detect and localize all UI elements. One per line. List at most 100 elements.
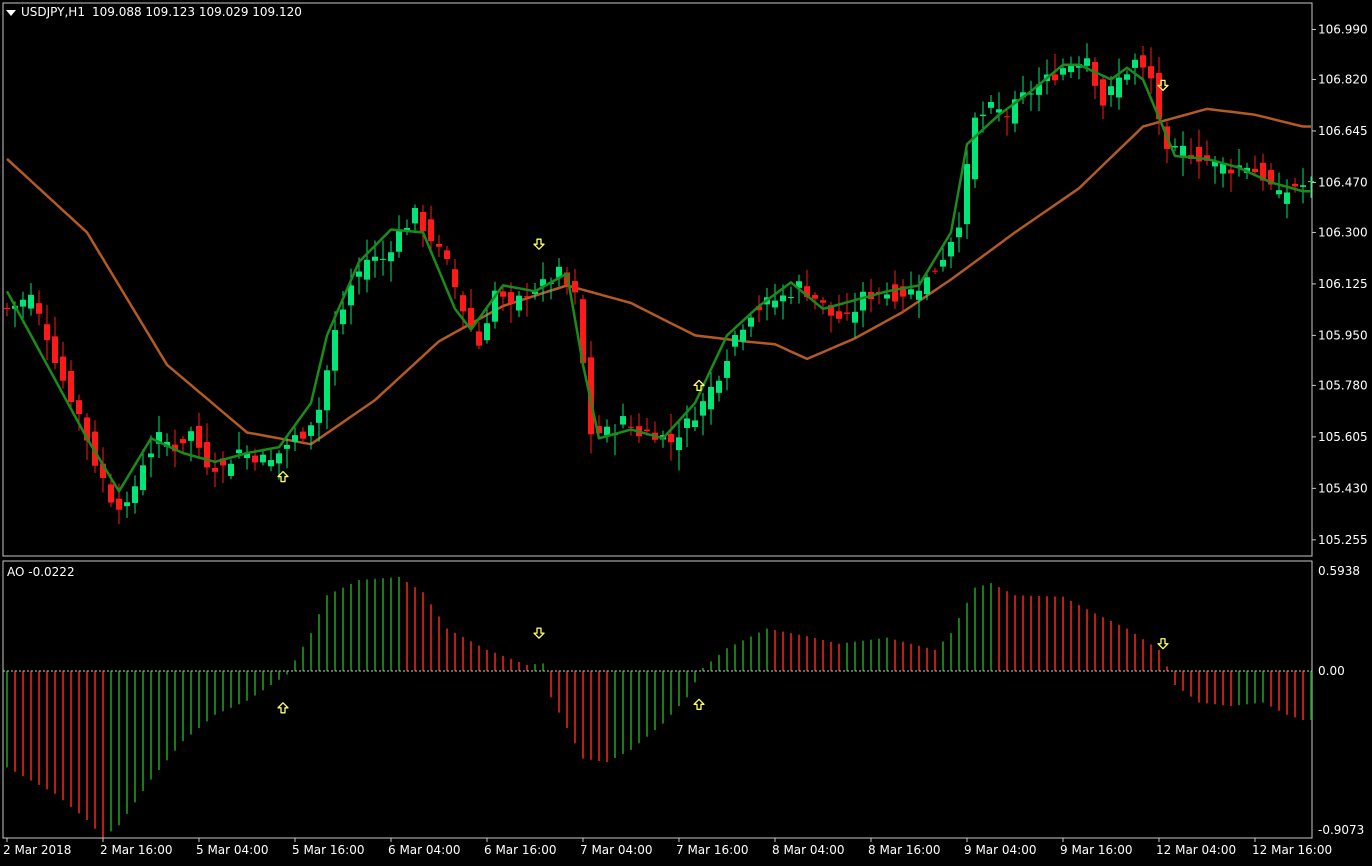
candle-body bbox=[780, 295, 786, 302]
candle-body bbox=[396, 230, 402, 252]
candle-body bbox=[68, 370, 74, 403]
candle-body bbox=[252, 455, 258, 463]
time-tick-label: 9 Mar 16:00 bbox=[1060, 843, 1133, 857]
ao-tick-label: 0.00 bbox=[1318, 664, 1345, 678]
price-tick-label: 105.430 bbox=[1318, 481, 1368, 495]
candle-body bbox=[988, 102, 994, 108]
price-tick-label: 106.125 bbox=[1318, 277, 1368, 291]
candle-body bbox=[428, 219, 434, 242]
candle-body bbox=[692, 420, 698, 427]
candle-body bbox=[1180, 145, 1186, 157]
candle-body bbox=[500, 291, 506, 297]
candle-body bbox=[476, 331, 482, 346]
candle-body bbox=[204, 441, 210, 468]
candle-body bbox=[748, 317, 754, 327]
candle-body bbox=[740, 329, 746, 342]
candle-body bbox=[356, 271, 362, 277]
price-tick-label: 106.300 bbox=[1318, 225, 1368, 239]
candle-body bbox=[260, 454, 266, 463]
candle-body bbox=[20, 299, 26, 307]
candle-body bbox=[732, 334, 738, 347]
candle-body bbox=[308, 425, 314, 436]
candle-body bbox=[124, 502, 130, 507]
candle-body bbox=[188, 431, 194, 441]
candle-body bbox=[684, 418, 690, 429]
candle-body bbox=[524, 296, 530, 298]
candle-body bbox=[924, 277, 930, 295]
candle-body bbox=[412, 208, 418, 224]
candle-body bbox=[1060, 68, 1066, 75]
candle-body bbox=[436, 243, 442, 247]
candle-body bbox=[1300, 185, 1306, 187]
candle-body bbox=[884, 294, 890, 299]
time-tick-label: 5 Mar 16:00 bbox=[292, 843, 365, 857]
candle-body bbox=[788, 297, 794, 299]
candle-body bbox=[276, 453, 282, 464]
candle-body bbox=[972, 117, 978, 180]
candle-body bbox=[1220, 163, 1226, 174]
candle-body bbox=[940, 259, 946, 267]
candle-body bbox=[1052, 74, 1058, 81]
candle-body bbox=[812, 295, 818, 299]
candle-body bbox=[180, 439, 186, 444]
candle-body bbox=[572, 281, 578, 293]
candle-body bbox=[708, 386, 714, 410]
candle-body bbox=[604, 426, 610, 436]
ao-pane-title: AO -0.0222 bbox=[7, 565, 75, 579]
candle-body bbox=[668, 433, 674, 443]
chart-window: 106.990 106.820 106.645 106.470 106.300 106.1… bbox=[0, 0, 1372, 862]
candle-body bbox=[28, 294, 34, 309]
candle-body bbox=[716, 380, 722, 393]
candle-body bbox=[1004, 116, 1010, 118]
candle-body bbox=[340, 309, 346, 325]
candle-body bbox=[108, 484, 114, 503]
candle-body bbox=[332, 330, 338, 371]
time-tick-label: 6 Mar 16:00 bbox=[484, 843, 557, 857]
time-tick-label: 7 Mar 04:00 bbox=[580, 843, 653, 857]
candle-body bbox=[228, 463, 234, 476]
candle-body bbox=[292, 435, 298, 442]
candle-body bbox=[852, 311, 858, 323]
time-tick-label: 12 Mar 16:00 bbox=[1252, 843, 1332, 857]
candle-body bbox=[772, 300, 778, 308]
candle-body bbox=[76, 400, 82, 415]
time-tick-label: 8 Mar 04:00 bbox=[772, 843, 845, 857]
candle-body bbox=[284, 444, 290, 449]
candle-body bbox=[916, 290, 922, 300]
candle-body bbox=[700, 401, 706, 416]
chart-canvas: 106.990 106.820 106.645 106.470 106.300 106.1… bbox=[0, 0, 1372, 862]
candle-body bbox=[236, 449, 242, 454]
candle-body bbox=[1292, 183, 1298, 187]
candle-body bbox=[116, 498, 122, 510]
candle-body bbox=[468, 307, 474, 328]
candle-body bbox=[1308, 181, 1314, 183]
candle-body bbox=[364, 259, 370, 280]
candle-body bbox=[676, 437, 682, 451]
candle-body bbox=[892, 284, 898, 302]
time-tick-label: 7 Mar 16:00 bbox=[676, 843, 749, 857]
candle-body bbox=[956, 227, 962, 238]
candle-body bbox=[36, 303, 42, 314]
collapse-triangle-icon bbox=[6, 9, 16, 16]
candle-body bbox=[1140, 55, 1146, 68]
candle-body bbox=[1284, 192, 1290, 204]
time-tick-label: 2 Mar 16:00 bbox=[100, 843, 173, 857]
candle-body bbox=[1252, 168, 1258, 173]
time-tick-label: 12 Mar 04:00 bbox=[1156, 843, 1236, 857]
candle-body bbox=[516, 295, 522, 311]
candle-body bbox=[1228, 169, 1234, 174]
candle-body bbox=[372, 256, 378, 261]
candle-body bbox=[460, 295, 466, 312]
candle-body bbox=[844, 312, 850, 314]
candle-body bbox=[1276, 190, 1282, 195]
candle-body bbox=[452, 269, 458, 288]
ao-tick-label: 0.5938 bbox=[1318, 564, 1360, 578]
candle-body bbox=[724, 361, 730, 378]
price-pane-header: USDJPY,H1 109.088 109.123 109.029 109.120 bbox=[6, 5, 302, 19]
candle-body bbox=[484, 323, 490, 341]
price-pane-ohlc: 109.088 109.123 109.029 109.120 bbox=[91, 5, 302, 19]
time-tick-label: 9 Mar 04:00 bbox=[964, 843, 1037, 857]
candle-body bbox=[628, 426, 634, 428]
candle-body bbox=[148, 453, 154, 458]
candle-body bbox=[300, 431, 306, 439]
